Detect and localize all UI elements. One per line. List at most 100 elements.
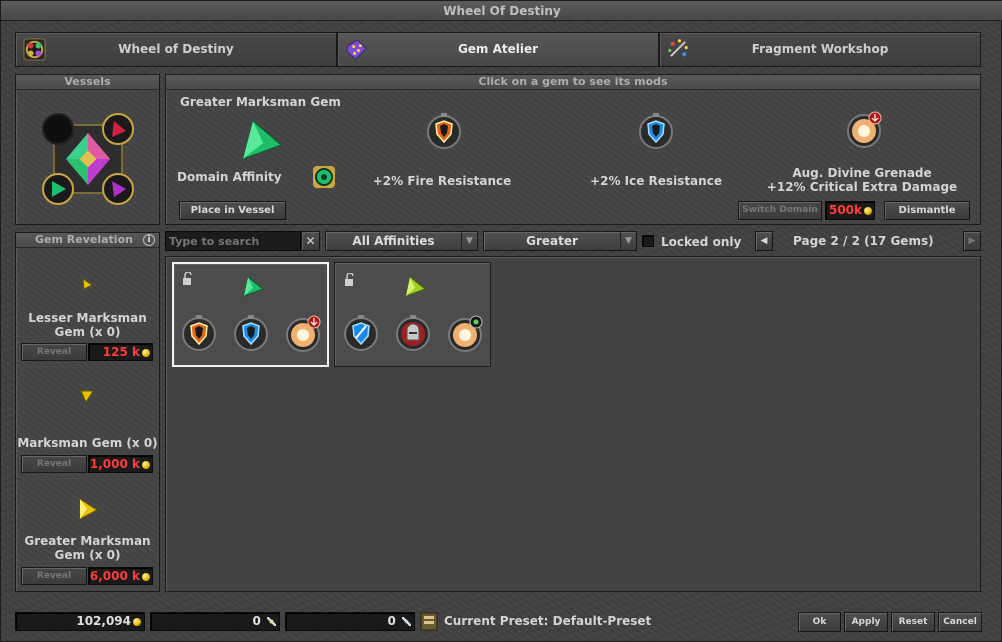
gem-revelation-panel: Gem Revelation i Lesser Marksman Gem (x … [15,232,160,592]
tab-wheel-of-destiny[interactable]: Wheel of Destiny [15,32,337,67]
fragment-icon [402,617,411,626]
info-icon[interactable]: i [143,234,155,246]
domain-affinity-icon [313,166,335,188]
current-preset: Current Preset: Default-Preset [444,614,652,628]
reveal-greater-button[interactable]: Reveal [21,567,87,585]
gold-coin-icon [142,348,150,357]
marksman-gem-label: Marksman Gem (x 0) [17,436,158,450]
gold-coin-icon [142,572,150,581]
fire-resistance-shield-icon [182,315,216,351]
lesser-reveal-cost: 125 k [88,343,153,361]
cost-value: 6,000 k [89,569,140,583]
gold-coin-icon [133,617,141,626]
switch-domain-button[interactable]: Switch Domain [738,201,822,220]
gem-name-line-2: Gem (x 0) [54,325,121,339]
gold-coin-icon [142,460,150,469]
affinity-value: All Affinities [352,234,435,248]
greater-reveal-cost: 6,000 k [88,567,153,585]
previous-page-button[interactable]: ◀ [755,231,773,251]
mod-ice-resistance: +2% Ice Resistance [590,174,722,188]
greater-marksman-gem-icon [79,498,98,520]
apply-button[interactable]: Apply [844,612,888,632]
gem-name-line-1: Lesser Marksman [28,311,147,325]
gem-tile[interactable] [172,262,329,367]
ok-button[interactable]: Ok [798,612,841,632]
gem-name-line-1: Greater Marksman [24,534,151,548]
tab-gem-atelier[interactable]: Gem Atelier [337,32,659,67]
tab-fragment-workshop[interactable]: Fragment Workshop [659,32,981,67]
affinity-label: Domain Affinity [177,170,282,184]
gem-name-line-2: Gem (x 0) [54,548,121,562]
fragment-icon [668,39,688,57]
quality-value: Greater [526,234,578,248]
locked-only-label: Locked only [661,235,742,249]
mod-line-2: +12% Critical Extra Damage [766,180,958,194]
locked-only-checkbox[interactable] [642,235,654,247]
gold-balance: 102,094 [15,612,145,631]
dismantle-button[interactable]: Dismantle [884,201,970,220]
vessels-panel: Vessels [15,74,160,225]
divine-grenade-icon [847,111,882,148]
ice-resistance-shield-icon [639,113,673,149]
chevron-right-icon: ▶ [968,236,976,246]
mod-divine-grenade: Aug. Divine Grenade +12% Critical Extra … [762,166,962,194]
marksman-reveal-cost: 1,000 k [88,455,153,473]
lesser-marksman-gem-icon [82,277,93,290]
affinity-dropdown[interactable]: All Affinities ▼ [325,231,478,251]
reveal-lesser-button[interactable]: Reveal [21,343,87,361]
gem-detail-header: Click on a gem to see its mods [166,75,980,90]
knight-helmet-icon [396,315,430,351]
greater-marksman-gem-icon [405,276,426,297]
reveal-marksman-button[interactable]: Reveal [21,455,87,473]
gem-name: Greater Marksman Gem [180,95,341,109]
preset-icon[interactable] [420,612,438,631]
fragments-value: 0 [252,614,261,628]
search-input[interactable] [166,232,298,250]
clear-search-button[interactable]: ✕ [301,231,320,251]
unlocked-icon[interactable] [344,273,356,287]
lesser-marksman-gem-label: Lesser Marksman Gem (x 0) [16,311,159,339]
lesser-fragments-balance: 0 [150,612,280,631]
wheel-icon [23,38,46,61]
gem-grid [165,256,981,592]
gem-tile[interactable] [334,262,491,367]
marksman-gem-icon [80,390,94,404]
page-info: Page 2 / 2 (17 Gems) [793,234,934,248]
cost-value: 1,000 k [89,457,140,471]
gold-value: 102,094 [76,614,131,628]
chevron-down-icon: ▼ [461,232,477,250]
gem-bag-icon [346,39,367,60]
chevron-left-icon: ◀ [760,236,768,246]
place-in-vessel-button[interactable]: Place in Vessel [179,201,286,220]
greater-marksman-gem-icon [242,120,282,160]
mod-line-1: Aug. Divine Grenade [792,166,932,180]
gold-coin-icon [864,206,872,215]
window-title: Wheel Of Destiny [1,1,1002,21]
quality-dropdown[interactable]: Greater ▼ [483,231,637,251]
vessels-header: Vessels [16,75,159,90]
gem-revelation-header: Gem Revelation i [16,233,159,248]
fragments-value: 0 [387,614,396,628]
tab-label: Gem Atelier [457,42,539,56]
divine-grenade-icon [286,315,321,352]
unlocked-icon[interactable] [182,272,194,286]
ice-damage-shield-icon [344,315,378,351]
gem-revelation-title: Gem Revelation [35,233,133,246]
ice-resistance-shield-icon [234,315,268,351]
tab-label: Fragment Workshop [751,42,889,56]
greater-marksman-gem-icon [243,276,264,297]
gem-detail-panel: Click on a gem to see its mods Greater M… [165,74,981,225]
reset-button[interactable]: Reset [891,612,935,632]
switch-cost-value: 500k [828,203,862,217]
mod-fire-resistance: +2% Fire Resistance [372,174,512,188]
next-page-button[interactable]: ▶ [963,231,981,251]
cost-value: 125 k [102,345,140,359]
fire-resistance-shield-icon [427,113,461,149]
greater-fragments-balance: 0 [285,612,415,631]
switch-domain-cost: 500k [825,201,875,220]
cancel-button[interactable]: Cancel [938,612,982,632]
divine-grenade-icon [448,315,483,352]
wheel-of-destiny-window: Wheel Of Destiny Wheel of Destiny Gem At… [0,0,1002,642]
search-field[interactable] [165,231,301,251]
vessel-wheel-icon[interactable] [40,111,136,207]
